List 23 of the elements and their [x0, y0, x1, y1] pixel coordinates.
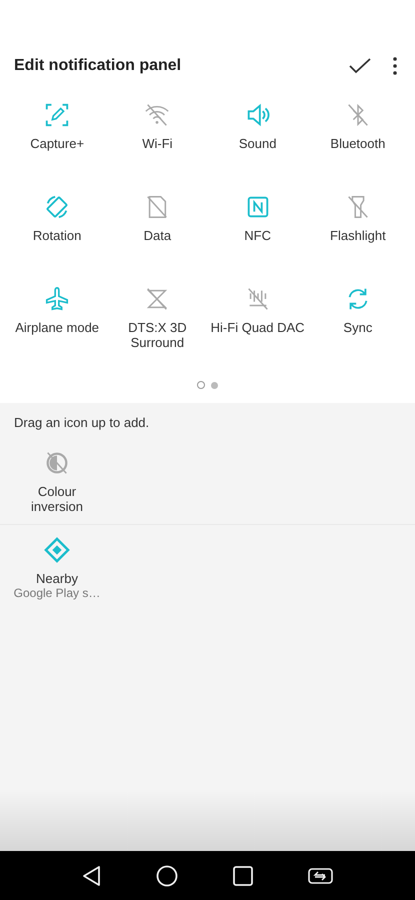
home-icon[interactable] — [156, 864, 178, 886]
tile-label: Sound — [238, 136, 276, 151]
tile-label: Rotation — [32, 228, 82, 243]
tile-label: Hi-Fi Quad DAC — [210, 320, 305, 335]
tile-label: Sync — [343, 320, 372, 335]
tile-label: Colour inversion — [30, 484, 84, 514]
tile-label: Wi-Fi — [142, 136, 173, 151]
tile-label: Bluetooth — [330, 136, 386, 151]
switch-apps-icon[interactable] — [306, 866, 333, 884]
tile-label: NFC — [244, 228, 271, 243]
panel-title: Edit notification panel — [14, 57, 182, 75]
tile-label: DTS:X 3D Surround — [127, 320, 188, 350]
tile-label: Data — [144, 228, 172, 243]
back-icon[interactable] — [82, 864, 102, 886]
tile-subtitle: Google Play s… — [14, 586, 100, 601]
tile-label: Airplane mode — [15, 320, 100, 335]
hint-text: Drag an icon up to add. — [13, 414, 150, 432]
tile-label: Nearby — [35, 571, 79, 586]
recents-icon[interactable] — [232, 866, 253, 886]
page-indicator-dot[interactable] — [211, 382, 218, 388]
page-indicator-dot[interactable] — [197, 381, 205, 389]
tile-label: Capture+ — [30, 136, 84, 151]
tile-label: Flashlight — [330, 228, 386, 243]
